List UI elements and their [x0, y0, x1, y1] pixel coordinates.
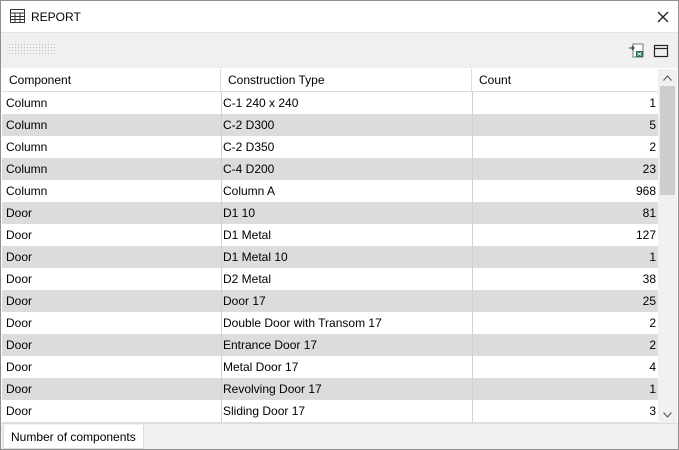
- cell-count: 23: [642, 162, 656, 176]
- vertical-scrollbar[interactable]: [658, 69, 677, 423]
- cell-count: 2: [649, 140, 656, 154]
- table-header: Component Construction Type Count: [2, 69, 658, 92]
- table-row[interactable]: Column C-2 D350 2: [2, 136, 658, 158]
- column-divider: [472, 92, 473, 423]
- window-layout-icon[interactable]: [652, 42, 670, 60]
- table-row[interactable]: Door D1 Metal 10 1: [2, 246, 658, 268]
- cell-count: 2: [649, 316, 656, 330]
- cell-count: 1: [649, 382, 656, 396]
- cell-component: Door: [6, 206, 33, 220]
- cell-component: Column: [6, 96, 48, 110]
- cell-count: 5: [649, 118, 656, 132]
- table-icon: [10, 9, 25, 23]
- cell-component: Door: [6, 382, 33, 396]
- cell-construction-type: C-2 D300: [223, 118, 275, 132]
- table-row[interactable]: Column C-4 D200 23: [2, 158, 658, 180]
- cell-count: 38: [642, 272, 656, 286]
- cell-construction-type: Door 17: [223, 294, 266, 308]
- report-table: Component Construction Type Count Column…: [2, 69, 658, 423]
- cell-component: Door: [6, 316, 33, 330]
- table-row[interactable]: Door D1 10 81: [2, 202, 658, 224]
- table-row[interactable]: Column C-2 D300 5: [2, 114, 658, 136]
- scroll-down-icon[interactable]: [658, 406, 677, 423]
- table-row[interactable]: Door Metal Door 17 4: [2, 356, 658, 378]
- cell-construction-type: C-4 D200: [223, 162, 275, 176]
- cell-count: 2: [649, 338, 656, 352]
- tab-number-of-components[interactable]: Number of components: [3, 425, 144, 449]
- toolbar-grip[interactable]: [9, 44, 57, 56]
- cell-component: Column: [6, 184, 48, 198]
- cell-component: Column: [6, 118, 48, 132]
- table-row[interactable]: Column C-1 240 x 240 1: [2, 92, 658, 114]
- cell-component: Door: [6, 338, 33, 352]
- cell-construction-type: D1 Metal 10: [223, 250, 288, 264]
- table-row[interactable]: Door Revolving Door 17 1: [2, 378, 658, 400]
- table-body: Column C-1 240 x 240 1 Column C-2 D300 5 Colum…: [2, 92, 658, 423]
- cell-construction-type: Double Door with Transom 17: [223, 316, 382, 330]
- cell-construction-type: C-1 240 x 240: [223, 96, 299, 110]
- cell-component: Door: [6, 250, 33, 264]
- scroll-up-icon[interactable]: [658, 69, 677, 86]
- cell-component: Door: [6, 272, 33, 286]
- cell-construction-type: Column A: [223, 184, 276, 198]
- cell-count: 3: [649, 404, 656, 418]
- cell-construction-type: D2 Metal: [223, 272, 272, 286]
- cell-construction-type: D1 Metal: [223, 228, 272, 242]
- cell-component: Column: [6, 140, 48, 154]
- window-title: REPORT: [31, 10, 81, 24]
- cell-component: Column: [6, 162, 48, 176]
- cell-component: Door: [6, 404, 33, 418]
- cell-count: 968: [635, 184, 656, 198]
- cell-construction-type: C-2 D350: [223, 140, 275, 154]
- column-header-count[interactable]: Count: [472, 69, 658, 92]
- cell-component: Door: [6, 294, 33, 308]
- column-header-construction-type[interactable]: Construction Type: [221, 69, 472, 92]
- table-row[interactable]: Door Entrance Door 17 2: [2, 334, 658, 356]
- status-bar: Number of components: [1, 423, 678, 449]
- scrollbar-thumb[interactable]: [660, 86, 675, 195]
- table-row[interactable]: Door Double Door with Transom 17 2: [2, 312, 658, 334]
- cell-construction-type: Metal Door 17: [223, 360, 299, 374]
- cell-count: 81: [642, 206, 656, 220]
- column-divider: [221, 92, 222, 423]
- cell-count: 25: [642, 294, 656, 308]
- cell-component: Door: [6, 228, 33, 242]
- table-row[interactable]: Column Column A 968: [2, 180, 658, 202]
- cell-construction-type: Sliding Door 17: [223, 404, 306, 418]
- cell-count: 4: [649, 360, 656, 374]
- column-header-component[interactable]: Component: [2, 69, 221, 92]
- table-row[interactable]: Door Sliding Door 17 3: [2, 400, 658, 422]
- cell-count: 1: [649, 96, 656, 110]
- cell-construction-type: Entrance Door 17: [223, 338, 318, 352]
- close-icon[interactable]: [651, 5, 675, 29]
- cell-count: 1: [649, 250, 656, 264]
- cell-construction-type: Revolving Door 17: [223, 382, 322, 396]
- cell-count: 127: [635, 228, 656, 242]
- table-row[interactable]: Door D2 Metal 38: [2, 268, 658, 290]
- toolbar: [1, 32, 678, 68]
- table-row[interactable]: Door Door 17 25: [2, 290, 658, 312]
- report-window: REPORT Component Construction Type Count…: [0, 0, 679, 450]
- cell-component: Door: [6, 360, 33, 374]
- title-bar: REPORT: [1, 1, 678, 32]
- cell-construction-type: D1 10: [223, 206, 256, 220]
- export-excel-icon[interactable]: [628, 42, 646, 60]
- table-row[interactable]: Door D1 Metal 127: [2, 224, 658, 246]
